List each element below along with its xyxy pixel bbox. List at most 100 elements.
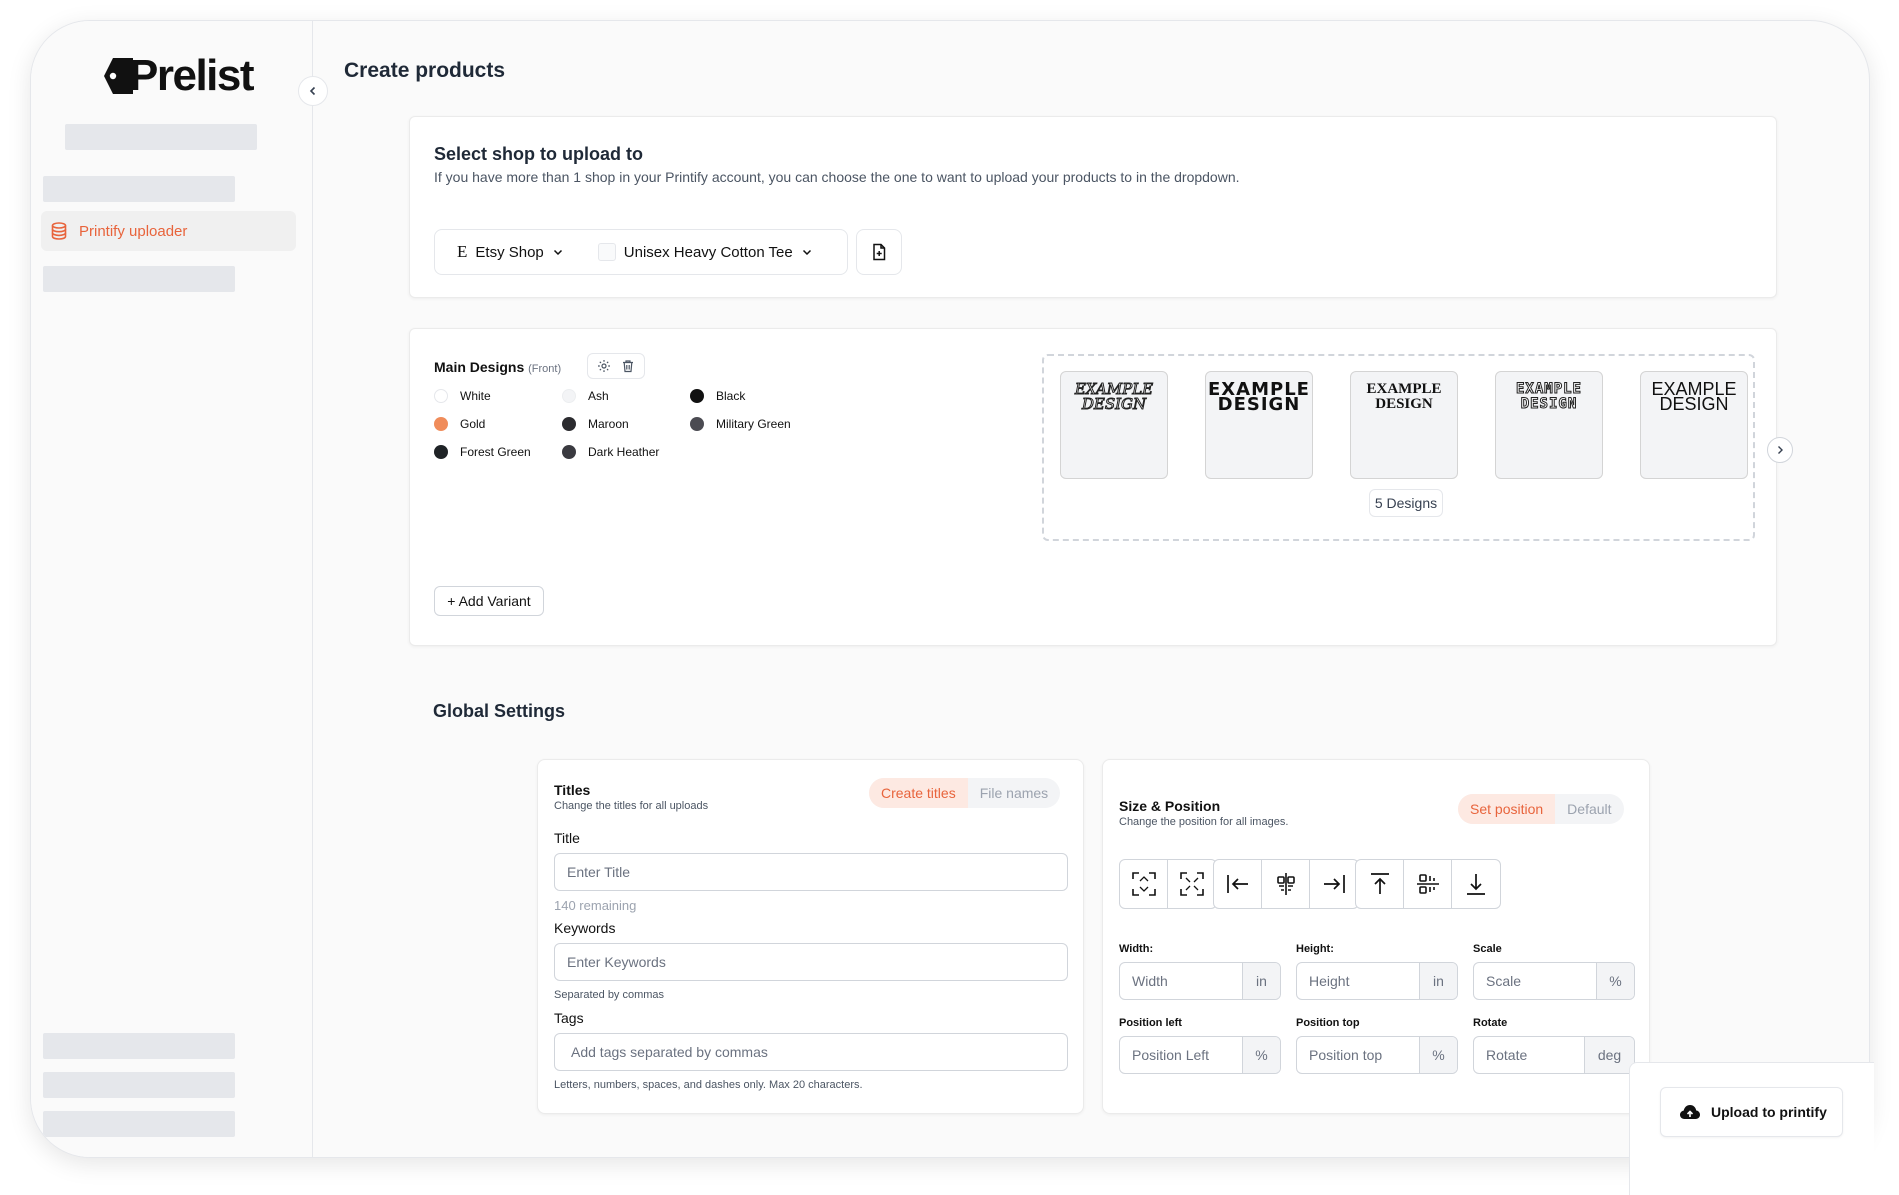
keywords-hint: Separated by commas — [554, 989, 665, 1001]
color-label: Ash — [588, 389, 609, 403]
price-tag-icon — [103, 55, 133, 97]
rotate-field[interactable]: Rotate deg — [1473, 1036, 1635, 1074]
title-label: Title — [554, 830, 580, 846]
design-dropzone[interactable]: EXAMPLE DESIGN EXAMPLE DESIGN EXAMPLE DE… — [1042, 354, 1755, 541]
sidebar: Prelist Printify uploader — [31, 21, 313, 1157]
color-option[interactable]: Black — [690, 389, 745, 403]
fit-contract-button[interactable] — [1168, 860, 1216, 908]
align-top-icon — [1367, 871, 1393, 897]
design-thumbnail[interactable]: EXAMPLE DESIGN — [1205, 371, 1313, 479]
card-description: If you have more than 1 shop in your Pri… — [434, 169, 1240, 185]
card-description: Change the titles for all uploads — [554, 800, 709, 812]
fit-expand-button[interactable] — [1120, 860, 1168, 908]
align-bottom-icon — [1463, 871, 1489, 897]
tags-input[interactable]: Add tags separated by commas — [554, 1033, 1068, 1071]
position-left-field[interactable]: Position Left % — [1119, 1036, 1281, 1074]
rotate-label: Rotate — [1473, 1017, 1508, 1029]
design-thumbnail[interactable]: EXAMPLE DESIGN — [1640, 371, 1748, 479]
design-count-badge[interactable]: 5 Designs — [1369, 489, 1443, 517]
keywords-input[interactable]: Enter Keywords — [554, 943, 1068, 981]
nav-placeholder — [43, 266, 235, 292]
main-designs-title: Main Designs (Front) — [434, 359, 561, 375]
color-option[interactable]: Maroon — [562, 417, 629, 431]
titles-card: Titles Change the titles for all uploads… — [537, 759, 1084, 1114]
design-text: DESIGN — [1081, 395, 1147, 413]
size-position-card: Size & Position Change the position for … — [1102, 759, 1650, 1114]
color-option[interactable]: White — [434, 389, 491, 403]
sidebar-item-printify-uploader[interactable]: Printify uploader — [41, 211, 296, 251]
color-option[interactable]: Ash — [562, 389, 609, 403]
position-mode-toggle: Set position Default — [1458, 794, 1624, 824]
align-center-vertical-icon — [1415, 871, 1441, 897]
global-settings-title: Global Settings — [433, 701, 566, 721]
nav-placeholder — [43, 176, 235, 202]
color-option[interactable]: Military Green — [690, 417, 791, 431]
align-right-icon — [1321, 871, 1347, 897]
position-left-input[interactable]: Position Left — [1120, 1037, 1242, 1073]
chevron-down-icon — [552, 246, 564, 258]
align-center-vertical-button[interactable] — [1404, 860, 1452, 908]
design-text: DESIGN — [1217, 394, 1301, 415]
main-designs-label: Main Designs — [434, 359, 525, 375]
trash-icon[interactable] — [621, 359, 635, 373]
color-label: Black — [716, 389, 746, 403]
align-center-horizontal-button[interactable] — [1262, 860, 1310, 908]
color-swatch — [434, 417, 448, 431]
width-field[interactable]: Width in — [1119, 962, 1281, 1000]
product-dropdown[interactable]: Unisex Heavy Cotton Tee — [597, 243, 813, 261]
add-file-button[interactable] — [856, 229, 902, 275]
add-variant-button[interactable]: + Add Variant — [434, 586, 544, 616]
align-left-button[interactable] — [1214, 860, 1262, 908]
align-bottom-button[interactable] — [1452, 860, 1500, 908]
nav-placeholder — [43, 1111, 235, 1137]
position-top-field[interactable]: Position top % — [1296, 1036, 1458, 1074]
align-left-icon — [1225, 871, 1251, 897]
upload-to-printify-button[interactable]: Upload to printify — [1660, 1087, 1843, 1137]
create-titles-option[interactable]: Create titles — [869, 778, 968, 808]
database-icon — [49, 221, 69, 241]
design-text: EXAMPLE — [1515, 381, 1582, 397]
position-top-label: Position top — [1296, 1017, 1360, 1029]
color-option[interactable]: Dark Heather — [562, 445, 659, 459]
gear-icon[interactable] — [597, 359, 611, 373]
design-text: DESIGN — [1520, 396, 1578, 412]
design-thumbnail[interactable]: EXAMPLE DESIGN — [1060, 371, 1168, 479]
align-right-button[interactable] — [1310, 860, 1358, 908]
file-names-option[interactable]: File names — [968, 785, 1060, 801]
position-top-input[interactable]: Position top — [1297, 1037, 1419, 1073]
color-label: White — [460, 389, 491, 403]
color-label: Forest Green — [460, 445, 531, 459]
product-dropdown-value: Unisex Heavy Cotton Tee — [623, 243, 793, 261]
scale-input[interactable]: Scale — [1474, 963, 1596, 999]
title-remaining: 140 remaining — [554, 898, 637, 913]
width-input[interactable]: Width — [1120, 963, 1242, 999]
align-top-button[interactable] — [1356, 860, 1404, 908]
height-input[interactable]: Height — [1297, 963, 1419, 999]
collapse-sidebar-button[interactable] — [298, 76, 328, 106]
design-thumbnail[interactable]: EXAMPLE DESIGN — [1350, 371, 1458, 479]
product-thumbnail — [597, 243, 616, 261]
height-field[interactable]: Height in — [1296, 962, 1458, 1000]
color-option[interactable]: Forest Green — [434, 445, 531, 459]
unit-label: in — [1419, 963, 1457, 999]
color-swatch — [562, 445, 576, 459]
shop-dropdown[interactable]: E Etsy Shop — [457, 242, 564, 262]
design-thumbnail[interactable]: EXAMPLE DESIGN — [1495, 371, 1603, 479]
next-designs-button[interactable] — [1767, 437, 1793, 463]
etsy-icon: E — [457, 242, 468, 261]
scale-field[interactable]: Scale % — [1473, 962, 1635, 1000]
color-option[interactable]: Gold — [434, 417, 485, 431]
print-area-label: (Front) — [528, 363, 562, 375]
upload-button-label: Upload to printify — [1711, 1104, 1827, 1120]
color-label: Maroon — [588, 417, 629, 431]
default-option[interactable]: Default — [1555, 801, 1623, 817]
card-title: Titles — [554, 782, 591, 798]
logo[interactable]: Prelist — [103, 51, 255, 101]
title-input[interactable]: Enter Title — [554, 853, 1068, 891]
expand-icon — [1131, 871, 1157, 897]
shrink-icon — [1179, 871, 1205, 897]
main-designs-card: Main Designs (Front) White Ash Black Gol… — [409, 328, 1793, 646]
set-position-option[interactable]: Set position — [1458, 794, 1556, 824]
design-text: EXAMPLE — [1366, 381, 1442, 397]
rotate-input[interactable]: Rotate — [1474, 1037, 1584, 1073]
